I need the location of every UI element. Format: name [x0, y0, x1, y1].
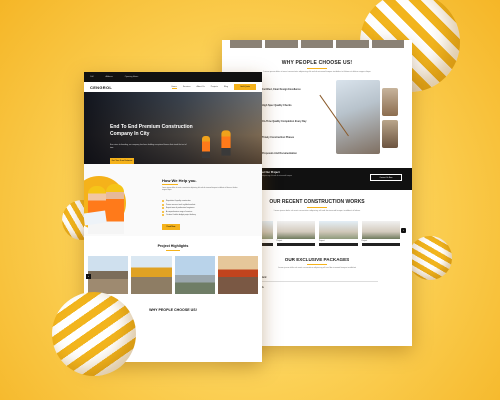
help-list-item: On-time & within budget project delivery [162, 214, 196, 216]
nav-item-home[interactable]: Home [171, 86, 177, 89]
title-underline [162, 184, 178, 185]
decorative-sphere-small-right [408, 236, 452, 280]
project-highlights-title: Project Highlights [157, 244, 189, 248]
nav-item-about[interactable]: About Us [197, 86, 205, 89]
site-logo[interactable]: CENGROL [90, 85, 112, 90]
read-more-button[interactable]: Read More [162, 224, 180, 230]
project-image[interactable] [217, 256, 258, 295]
construction-photo [382, 120, 398, 148]
feature-item: Certified, Clear Design Excellence [258, 88, 301, 91]
why-choose-photos [319, 80, 404, 164]
help-list-item: A comprehensive range of services [162, 210, 196, 213]
worker-figure [221, 130, 231, 156]
help-list-item: Expert team of professional engineers [162, 207, 196, 209]
nav-item-services[interactable]: Services [183, 86, 191, 89]
check-icon [162, 200, 164, 202]
gallery-strip [222, 40, 412, 48]
hero-text: Ever since its founding, our company has… [110, 144, 187, 149]
crane-building-photo [319, 80, 380, 154]
check-icon [162, 203, 164, 206]
help-text: Lorem ipsum dolor sit amet consectetur a… [162, 188, 238, 192]
worker-figure [202, 136, 210, 158]
feature-item: High Spec Quality Checks [258, 104, 292, 107]
help-list-item: Proven success track in global markets [162, 203, 196, 206]
engineer-image [106, 184, 124, 234]
nav-menu: Home Services About Us Projects Blog [171, 86, 228, 89]
why-choose-title: WHY PEOPLE CHOOSE US! [281, 60, 353, 66]
carousel-prev-icon[interactable]: ‹ [86, 274, 91, 280]
project-image[interactable] [131, 256, 172, 295]
project-image[interactable] [88, 256, 129, 295]
help-list: Reputation & quality construction Proven… [162, 200, 196, 218]
main-navigation: CENGROL Home Services About Us Projects … [84, 82, 262, 92]
check-icon [162, 207, 164, 209]
hero-title: End To End Premium Construction Company … [110, 124, 193, 137]
check-icon [162, 214, 164, 216]
nav-item-blog[interactable]: Blog [224, 86, 228, 89]
divider [256, 281, 378, 282]
top-bar-item: Call [90, 76, 94, 78]
feature-item: On-Time Quality Completion Every Day [258, 120, 306, 123]
top-info-bar: Call Address Opening Hours [84, 72, 262, 82]
feature-item: Timely Construction Phases [258, 136, 294, 139]
carousel-next-icon[interactable]: › [401, 228, 406, 233]
top-bar-item: Address [105, 76, 113, 78]
contact-button[interactable]: Contact Us Now [370, 174, 402, 181]
feature-item: Proposals And Documentation [258, 152, 297, 155]
hero-section: End To End Premium Construction Company … [84, 92, 262, 165]
help-list-item: Reputation & quality construction [162, 200, 196, 202]
decorative-sphere-bottom-left [52, 292, 136, 376]
nav-item-projects[interactable]: Projects [211, 86, 218, 89]
project-card[interactable]: Project [319, 221, 358, 246]
project-card[interactable]: Project [276, 221, 315, 246]
project-card[interactable]: Project [361, 221, 400, 246]
construction-photo [382, 88, 398, 116]
project-highlights-gallery: ‹ [84, 250, 262, 295]
get-quote-button[interactable]: Get A Quote [234, 84, 256, 90]
check-icon [162, 210, 164, 213]
top-bar-item: Opening Hours [124, 76, 139, 78]
how-we-help-section: How We Help you. Lorem ipsum dolor sit a… [84, 164, 262, 236]
project-image[interactable] [174, 256, 215, 295]
help-title: How We Help you. [162, 178, 197, 183]
